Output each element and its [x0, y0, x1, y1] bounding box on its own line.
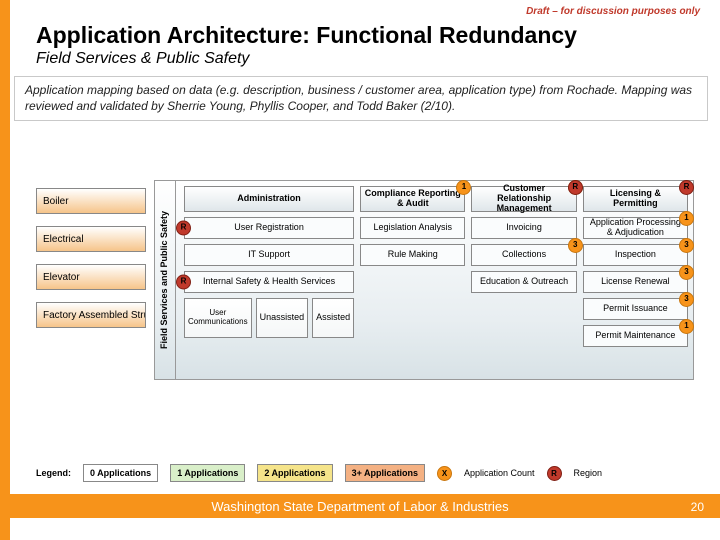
- cell-label: User Registration: [234, 223, 304, 233]
- panel-vertical-label-text: Field Services and Public Safety: [160, 211, 170, 349]
- cell-label: Licensing & Permitting: [587, 189, 684, 209]
- legend-3plus-apps: 3+ Applications: [345, 464, 425, 482]
- count-badge: 3: [679, 292, 694, 307]
- count-badge: 1: [679, 211, 694, 226]
- cell-user-communications: User Communications: [184, 298, 252, 338]
- draft-notice: Draft – for discussion purposes only: [526, 6, 700, 17]
- accent-sidebar: [0, 0, 10, 540]
- page-number: 20: [691, 500, 704, 514]
- legend-count-label: Application Count: [464, 468, 535, 478]
- cell-label: Permit Maintenance: [595, 331, 675, 341]
- col-compliance: Compliance Reporting & Audit 1 Legislati…: [360, 186, 465, 374]
- header-compliance: Compliance Reporting & Audit 1: [360, 186, 465, 212]
- header-administration: Administration: [184, 186, 354, 212]
- cell-user-registration: R User Registration: [184, 217, 354, 239]
- legend-region-label: Region: [574, 468, 603, 478]
- col-licensing: Licensing & Permitting R Application Pro…: [583, 186, 688, 374]
- legend-0-apps: 0 Applications: [83, 464, 158, 482]
- cell-legislation-analysis: Legislation Analysis: [360, 217, 465, 239]
- legend-1-apps: 1 Applications: [170, 464, 245, 482]
- cell-inspection: Inspection 3: [583, 244, 688, 266]
- cell-label: Permit Issuance: [603, 304, 668, 314]
- page-title: Application Architecture: Functional Red…: [36, 22, 577, 49]
- region-badge: R: [176, 275, 191, 290]
- cell-internal-safety-health: R Internal Safety & Health Services: [184, 271, 354, 293]
- cell-license-renewal: License Renewal 3: [583, 271, 688, 293]
- slide: Draft – for discussion purposes only App…: [0, 0, 720, 540]
- region-badge: R: [176, 221, 191, 236]
- category-elevator: Elevator: [36, 264, 146, 290]
- count-badge: 3: [568, 238, 583, 253]
- description-box: Application mapping based on data (e.g. …: [14, 76, 708, 121]
- cell-label: Internal Safety & Health Services: [203, 277, 335, 287]
- cell-invoicing: Invoicing: [471, 217, 576, 239]
- count-badge: 3: [679, 265, 694, 280]
- cell-label: Collections: [502, 250, 546, 260]
- cell-education-outreach: Education & Outreach: [471, 271, 576, 293]
- region-badge: R: [568, 180, 583, 195]
- legend-label: Legend:: [36, 468, 71, 478]
- cell-permit-issuance: Permit Issuance 3: [583, 298, 688, 320]
- cell-label: Compliance Reporting & Audit: [364, 189, 461, 209]
- cell-label: Customer Relationship Management: [475, 184, 572, 214]
- cell-label: Inspection: [615, 250, 656, 260]
- legend-region-icon: R: [547, 466, 562, 481]
- panel-vertical-label: Field Services and Public Safety: [154, 180, 176, 380]
- count-badge: 1: [679, 319, 694, 334]
- header-licensing: Licensing & Permitting R: [583, 186, 688, 212]
- legend: Legend: 0 Applications 1 Applications 2 …: [36, 464, 602, 482]
- left-category-column: Boiler Electrical Elevator Factory Assem…: [36, 188, 146, 340]
- cell-unassisted: Unassisted: [256, 298, 309, 338]
- cell-permit-maintenance: Permit Maintenance 1: [583, 325, 688, 347]
- cell-label: Application Processing & Adjudication: [587, 218, 684, 238]
- legend-2-apps: 2 Applications: [257, 464, 332, 482]
- cell-it-support: IT Support: [184, 244, 354, 266]
- cell-label: License Renewal: [601, 277, 670, 287]
- legend-count-icon: X: [437, 466, 452, 481]
- col-administration: Administration R User Registration IT Su…: [184, 186, 354, 374]
- cell-rule-making: Rule Making: [360, 244, 465, 266]
- category-boiler: Boiler: [36, 188, 146, 214]
- category-factory-assembled-structure: Factory Assembled Structure: [36, 302, 146, 328]
- architecture-diagram: Boiler Electrical Elevator Factory Assem…: [36, 180, 696, 390]
- count-badge: 1: [456, 180, 471, 195]
- cell-assisted: Assisted: [312, 298, 354, 338]
- col-crm: Customer Relationship Management 6 R Inv…: [471, 186, 576, 374]
- region-badge: R: [679, 180, 694, 195]
- page-subtitle: Field Services & Public Safety: [36, 50, 249, 68]
- category-electrical: Electrical: [36, 226, 146, 252]
- footer-bar: Washington State Department of Labor & I…: [0, 494, 720, 518]
- function-columns: Administration R User Registration IT Su…: [178, 180, 694, 380]
- count-badge: 3: [679, 238, 694, 253]
- cell-app-processing: Application Processing & Adjudication 1: [583, 217, 688, 239]
- header-crm: Customer Relationship Management 6 R: [471, 186, 576, 212]
- cell-collections: Collections 3: [471, 244, 576, 266]
